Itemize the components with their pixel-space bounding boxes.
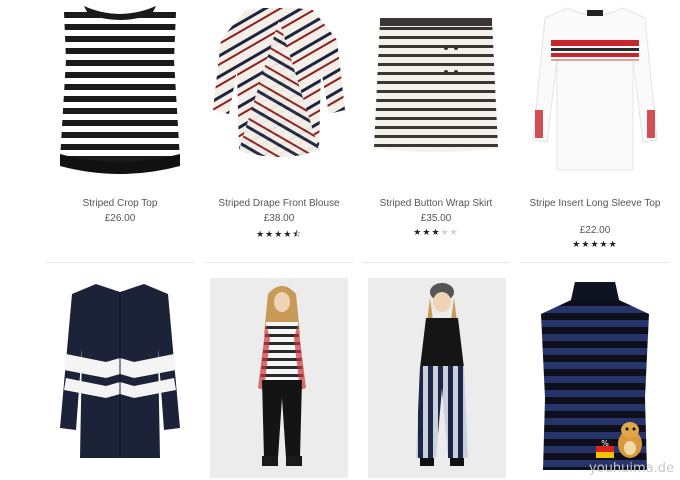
half-star-icon: ⯪ bbox=[292, 229, 302, 239]
product-grid: Striped Crop Top £26.00 Striped Drape Fr… bbox=[0, 0, 680, 480]
divider bbox=[362, 262, 510, 263]
product-image[interactable] bbox=[210, 278, 348, 478]
product-name[interactable]: Striped Drape Front Blouse bbox=[205, 198, 353, 210]
divider bbox=[46, 262, 194, 263]
product-image[interactable] bbox=[521, 0, 669, 180]
product-image[interactable] bbox=[205, 0, 353, 180]
rating-stars: ★★★★⯪ bbox=[205, 227, 353, 243]
svg-text:%: % bbox=[601, 439, 609, 448]
divider bbox=[205, 262, 353, 263]
watermark-text: youhuima.de bbox=[589, 461, 674, 476]
product-image[interactable] bbox=[362, 0, 510, 180]
star-icon: ★ bbox=[608, 239, 618, 249]
mascot-logo: % bbox=[594, 410, 650, 466]
product-name[interactable]: Stripe Insert Long Sleeve Top bbox=[521, 198, 669, 210]
product-image[interactable] bbox=[368, 278, 506, 478]
product-image[interactable] bbox=[46, 278, 194, 478]
star-icon: ★ bbox=[599, 239, 609, 249]
star-icon: ★ bbox=[590, 239, 600, 249]
product-image[interactable] bbox=[46, 0, 194, 180]
star-icon: ★ bbox=[274, 229, 284, 239]
divider bbox=[521, 262, 669, 263]
star-icon: ★ bbox=[431, 227, 441, 237]
product-price: £22.00 bbox=[579, 225, 611, 236]
rating-stars: ★★★★★ bbox=[362, 227, 510, 238]
star-icon: ★ bbox=[413, 227, 423, 237]
rating-stars: ★★★★★ bbox=[521, 239, 669, 250]
star-icon: ★ bbox=[256, 229, 266, 239]
star-icon: ★ bbox=[572, 239, 582, 249]
product-price: £38.00 bbox=[263, 213, 295, 224]
empty-star-icon: ★ bbox=[449, 227, 459, 237]
product-price: £35.00 bbox=[420, 213, 452, 224]
product-name[interactable]: Striped Button Wrap Skirt bbox=[362, 198, 510, 210]
product-name[interactable]: Striped Crop Top bbox=[46, 198, 194, 210]
product-price: £26.00 bbox=[104, 213, 136, 224]
star-icon: ★ bbox=[265, 229, 275, 239]
empty-star-icon: ★ bbox=[440, 227, 450, 237]
